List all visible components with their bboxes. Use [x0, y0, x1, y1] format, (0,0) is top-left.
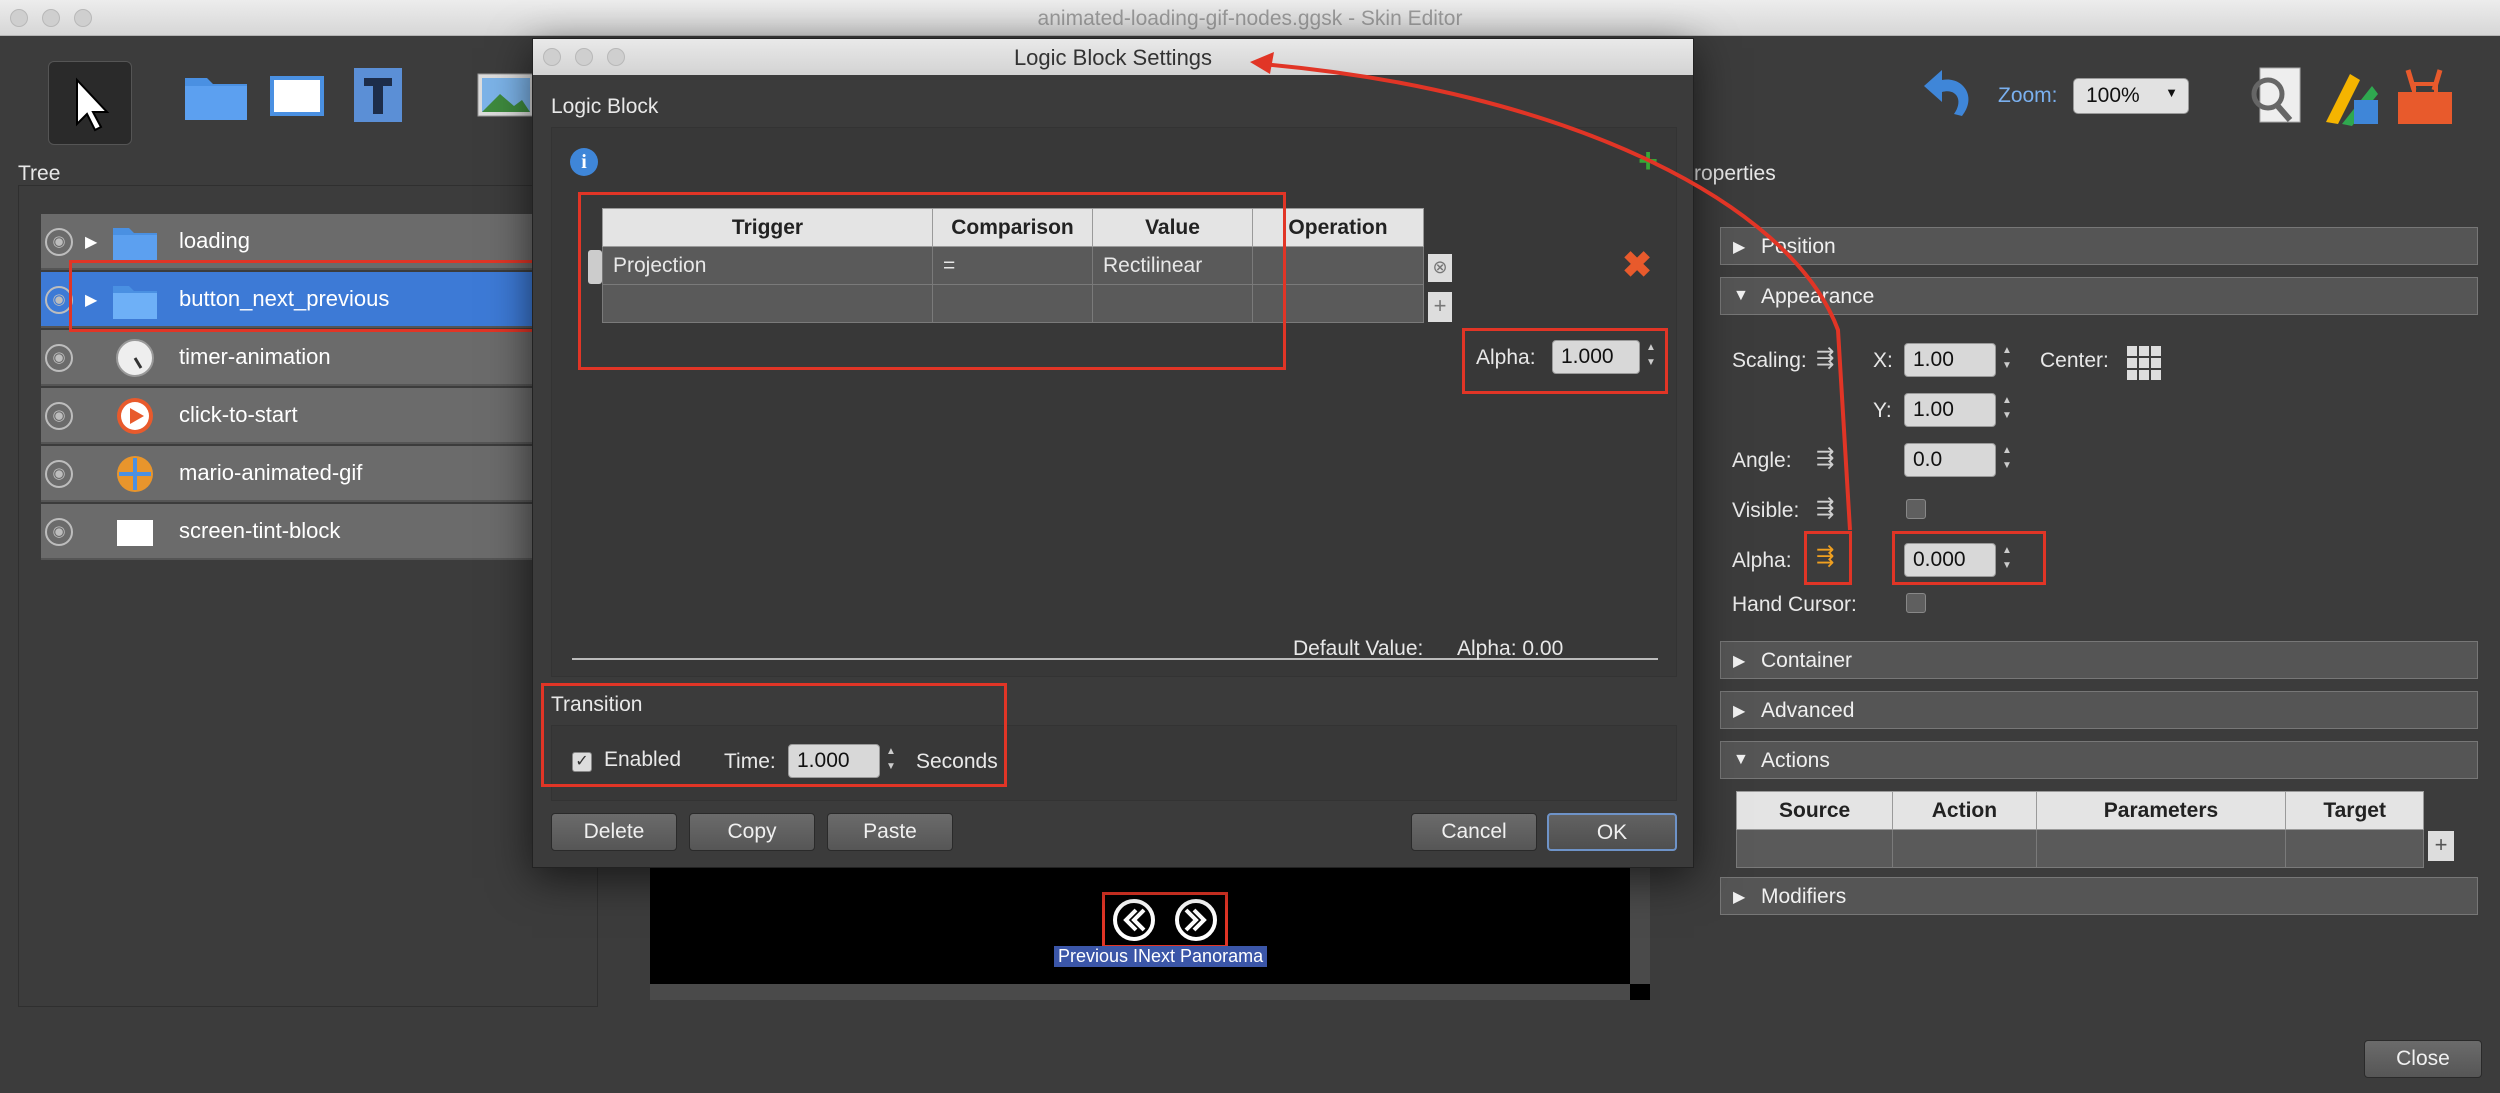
annotation-arrow: [1250, 52, 1852, 531]
